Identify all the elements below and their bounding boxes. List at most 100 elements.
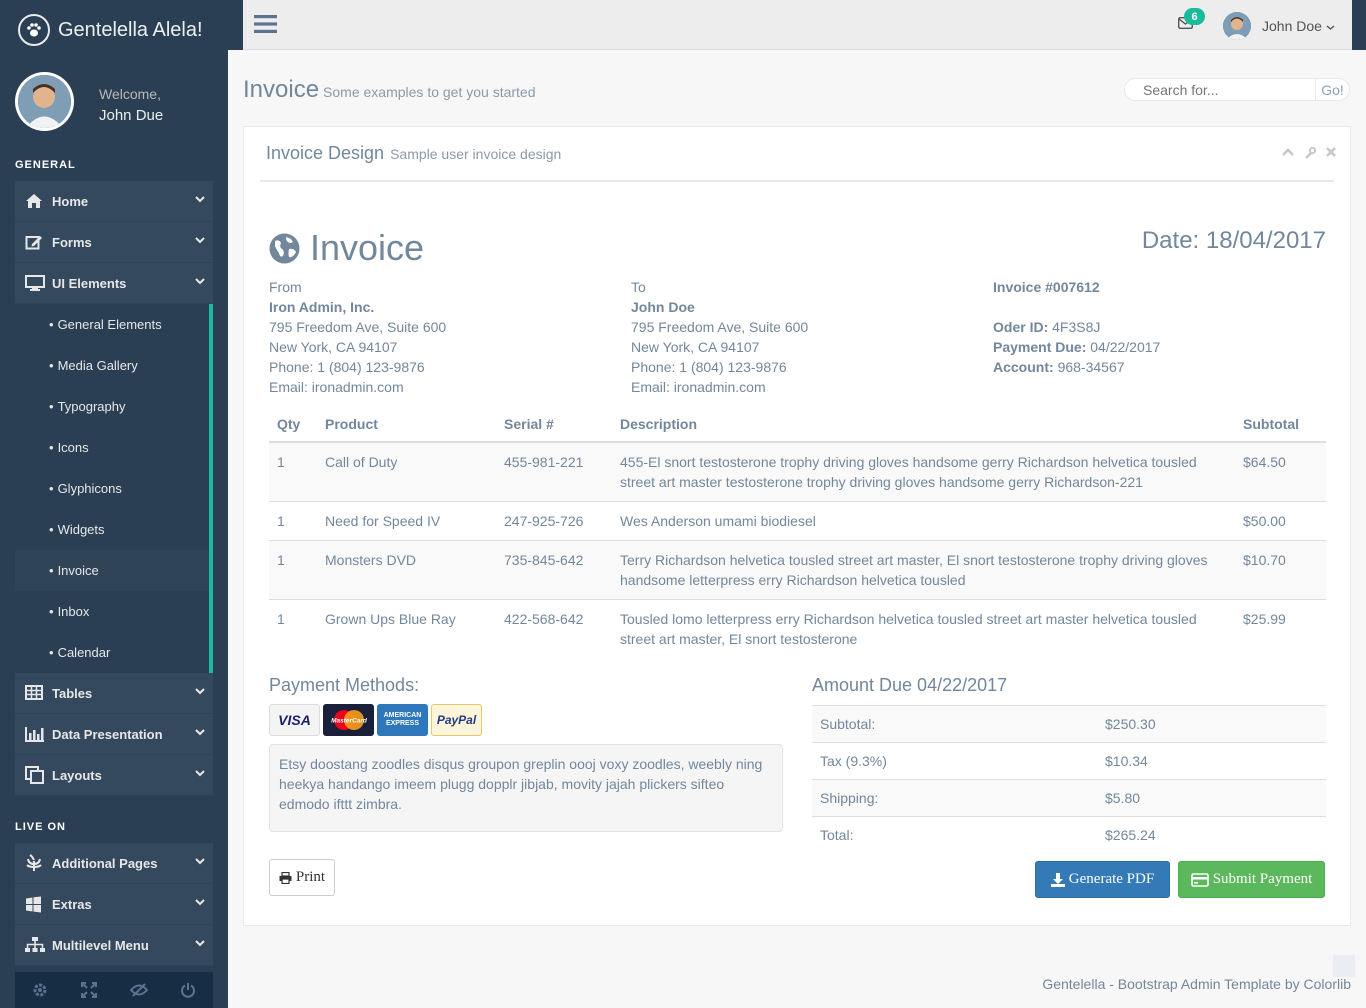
sidebar-item-home[interactable]: Home [15,181,213,222]
settings-icon[interactable] [15,972,64,1008]
sidebar-item-layouts[interactable]: Layouts [15,755,213,796]
top-navbar: 6 John Doe [243,0,1352,50]
fullscreen-icon[interactable] [65,972,114,1008]
chevron-down-icon [195,939,205,947]
sidebar-subitem-media-gallery[interactable]: • Media Gallery [15,345,209,386]
to-phone: Phone: 1 (804) 123-9876 [631,359,787,375]
payment-cards: VISA MasterCard AMERICAN EXPRESS PayPal [269,704,482,736]
search-group: Go! [1124,78,1350,101]
submit-payment-button[interactable]: Submit Payment [1178,861,1325,898]
sidebar-subitem-inbox[interactable]: • Inbox [15,591,209,632]
sidebar-item-extras[interactable]: Extras [15,884,213,925]
from-email: Email: ironadmin.com [269,379,404,395]
from-company: Iron Admin, Inc. [269,299,375,315]
sidebar-item-multilevel-menu[interactable]: Multilevel Menu [15,925,213,966]
to-email: Email: ironadmin.com [631,379,766,395]
user-menu-name: John Doe [1262,18,1322,34]
desktop-icon [25,273,47,293]
table-row: Tax (9.3%) $10.34 [812,742,1326,780]
page-title-text: Invoice [243,76,320,103]
print-label: Print [295,869,326,885]
user-avatar[interactable] [1223,12,1251,40]
sidebar-subitem-typography[interactable]: • Typography [15,386,209,427]
serial-cell: 422-568-642 [496,599,612,658]
invoice-items-table: Qty Product Serial # Description Subtota… [269,406,1326,658]
user-menu-toggle[interactable]: John Doe [1262,18,1335,34]
chevron-down-icon [195,687,205,695]
chevron-down-icon [195,236,205,244]
print-button[interactable]: Print [269,859,335,896]
order-id-value: 4F3S8J [1052,319,1101,335]
sidebar-subitem-icons[interactable]: • Icons [15,427,209,468]
chevron-down-icon [195,277,205,285]
sidebar-item-label: Tables [52,685,93,701]
paypal-card-icon: PayPal [431,704,482,736]
total-label: Tax (9.3%) [812,742,1097,780]
from-phone: Phone: 1 (804) 123-9876 [269,359,425,375]
sidebar-item-label: UI Elements [52,275,127,291]
sidebar-subitem-label: Inbox [57,604,90,619]
chevron-down-icon [195,898,205,906]
sidebar-subitem-invoice[interactable]: • Invoice [15,550,209,591]
invoice-heading: Invoice [269,227,424,269]
panel-toolbox [1282,147,1336,159]
chevron-down-icon [195,195,205,203]
brand-link[interactable]: Gentelella Alela! [18,12,203,48]
serial-cell: 247-925-726 [496,501,612,541]
welcome-text: Welcome, [99,86,161,102]
section-live-title: LIVE ON [15,821,67,833]
payment-methods-title: Payment Methods: [269,675,420,695]
sidebar-item-tables[interactable]: Tables [15,673,213,714]
scroll-top-button[interactable] [1333,955,1355,977]
payment-note: Etsy doostang zoodles disqus groupon gre… [269,744,783,832]
description-cell: Wes Anderson umami biodiesel [612,501,1235,541]
chevron-down-icon [1326,24,1335,31]
sidebar-subitem-label: Calendar [57,645,111,660]
search-go-button[interactable]: Go! [1315,79,1349,100]
panel-title: Invoice Design Sample user invoice design [266,143,561,164]
sidebar-item-label: Layouts [52,767,102,783]
print-icon [279,871,292,884]
column-header: Subtotal [1235,406,1326,443]
sidebar-item-forms[interactable]: Forms [15,222,213,263]
panel-divider [260,180,1334,182]
table-row: Subtotal: $250.30 [812,705,1326,743]
sidebar-item-label: Extras [52,896,92,912]
paw-icon [18,14,50,46]
sidebar-subitem-general-elements[interactable]: • General Elements [15,304,209,345]
chevron-up-icon[interactable] [1282,147,1294,159]
edit-icon [25,232,47,252]
main-content: Invoice Some examples to get you started … [228,50,1366,1008]
menu-toggle-icon[interactable] [254,14,277,34]
footer-text: Gentelella - Bootstrap Admin Template by… [1042,976,1351,992]
eye-close-icon[interactable] [114,972,163,1008]
search-input[interactable] [1125,79,1315,100]
total-value: $5.80 [1097,779,1326,817]
visa-card-icon: VISA [269,704,320,736]
to-name: John Doe [631,299,695,315]
submit-payment-label: Submit Payment [1212,871,1313,887]
generate-pdf-label: Generate PDF [1068,871,1155,887]
sidebar-subitem-calendar[interactable]: • Calendar [15,632,209,673]
product-cell: Need for Speed IV [317,501,496,541]
generate-pdf-button[interactable]: Generate PDF [1035,861,1170,898]
section-general-title: GENERAL [15,159,76,171]
welcome-block: Welcome, John Due [99,84,163,126]
sidebar-item-ui-elements[interactable]: UI Elements [15,263,213,304]
logout-icon[interactable] [164,972,213,1008]
subtotal-cell: $50.00 [1235,501,1326,541]
sidebar-subitem-widgets[interactable]: • Widgets [15,509,209,550]
close-icon[interactable] [1326,147,1336,159]
sidebar-item-additional-pages[interactable]: Additional Pages [15,843,213,884]
wrench-icon[interactable] [1304,147,1316,159]
download-icon [1050,872,1065,887]
sidebar-subitem-label: Glyphicons [57,481,122,496]
total-value: $265.24 [1097,816,1326,854]
page-title: Invoice Some examples to get you started [243,76,536,104]
sidebar-subitem-glyphicons[interactable]: • Glyphicons [15,468,209,509]
sidebar-subitem-label: Icons [57,440,89,455]
mail-count-badge: 6 [1184,8,1205,25]
sidebar-item-data-presentation[interactable]: Data Presentation [15,714,213,755]
qty-cell: 1 [269,441,317,502]
to-address: To John Doe 795 Freedom Ave, Suite 600 N… [631,277,808,397]
